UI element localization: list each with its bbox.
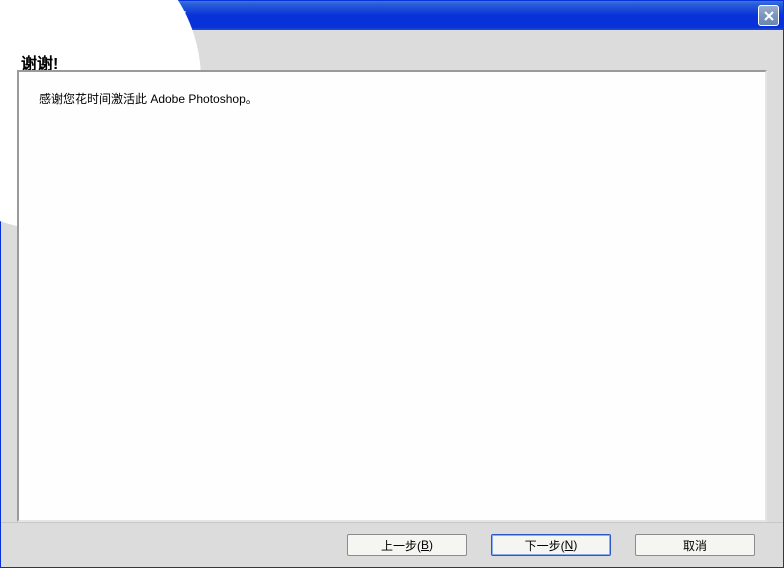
close-icon [764,11,774,21]
back-button[interactable]: 上一步(B) [347,534,467,556]
next-button[interactable]: 下一步(N) [491,534,611,556]
header-strip: 谢谢! [1,30,783,70]
titlebar-buttons [758,5,779,26]
button-bar: 上一步(B) 下一步(N) 取消 [1,522,783,567]
client-area: 谢谢! 感谢您花时间激活此 Adobe Photoshop。 上一步(B) 下一… [1,30,783,567]
close-button[interactable] [758,5,779,26]
content-wrap: 感谢您花时间激活此 Adobe Photoshop。 [1,70,783,522]
cancel-button[interactable]: 取消 [635,534,755,556]
thank-you-message: 感谢您花时间激活此 Adobe Photoshop。 [39,90,745,107]
content-frame: 感谢您花时间激活此 Adobe Photoshop。 [17,70,767,522]
installer-window: Adobe Photoshop 安装程序 谢谢! 感谢您花时间激活此 Adobe… [0,0,784,568]
